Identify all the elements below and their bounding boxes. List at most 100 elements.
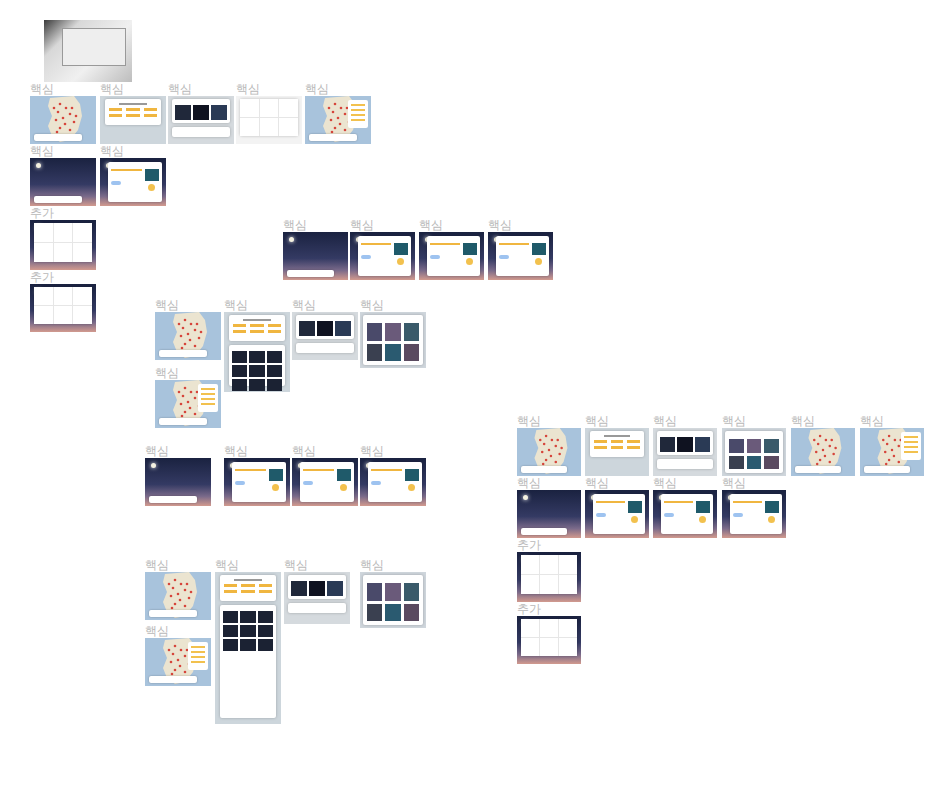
photo-tile[interactable] (327, 581, 343, 596)
photo-tile[interactable] (532, 243, 546, 255)
photo-tile[interactable] (394, 243, 408, 255)
screen-frame[interactable] (215, 572, 281, 724)
grid-cell[interactable] (521, 555, 539, 574)
side-item[interactable] (351, 104, 365, 106)
photo-tile[interactable] (367, 583, 382, 601)
screen-frame[interactable] (224, 458, 290, 506)
photo-tile[interactable] (258, 625, 273, 637)
photo-tile[interactable] (677, 437, 692, 452)
toggle[interactable] (499, 255, 509, 259)
screen-frame[interactable] (585, 490, 649, 538)
chip[interactable] (233, 330, 246, 333)
photo-tile[interactable] (258, 611, 273, 623)
search-bar[interactable] (309, 134, 357, 141)
photo-tile[interactable] (267, 365, 282, 377)
toggle[interactable] (430, 255, 440, 259)
screen-frame[interactable] (168, 96, 234, 144)
photo-tile[interactable] (267, 351, 282, 363)
chip[interactable] (241, 584, 254, 587)
screen-frame[interactable] (585, 428, 649, 476)
grid-cell[interactable] (73, 287, 92, 305)
grid-cell[interactable] (279, 99, 298, 117)
side-item[interactable] (904, 451, 918, 453)
photo-tile[interactable] (747, 439, 762, 453)
search-bar[interactable] (34, 134, 82, 141)
search-bar[interactable] (287, 270, 334, 277)
screen-frame[interactable] (145, 572, 211, 620)
grid-cell[interactable] (559, 575, 577, 594)
screen-frame[interactable] (145, 458, 211, 506)
photo-tile[interactable] (258, 639, 273, 651)
grid-cell[interactable] (54, 223, 73, 242)
toggle[interactable] (733, 513, 743, 517)
screen-frame[interactable] (305, 96, 371, 144)
side-item[interactable] (191, 651, 205, 653)
grid-cell[interactable] (521, 619, 539, 637)
grid-cell[interactable] (54, 243, 73, 262)
chip[interactable] (109, 114, 122, 117)
grid-cell[interactable] (73, 306, 92, 324)
chip[interactable] (627, 446, 640, 449)
photo-tile[interactable] (145, 169, 159, 181)
search-bar[interactable] (795, 466, 841, 473)
photo-tile[interactable] (240, 639, 255, 651)
search-bar[interactable] (149, 676, 197, 683)
chip[interactable] (250, 330, 263, 333)
photo-tile[interactable] (249, 365, 264, 377)
photo-tile[interactable] (729, 456, 744, 470)
grid-cell[interactable] (559, 638, 577, 656)
search-bar[interactable] (159, 418, 207, 425)
screen-frame[interactable] (236, 96, 302, 144)
grid-cell[interactable] (559, 619, 577, 637)
photo-tile[interactable] (405, 469, 419, 481)
grid-cell[interactable] (521, 575, 539, 594)
photo-tile[interactable] (249, 351, 264, 363)
side-item[interactable] (201, 388, 215, 390)
side-item[interactable] (201, 403, 215, 405)
screen-frame[interactable] (284, 572, 350, 624)
screen-frame[interactable] (350, 232, 415, 280)
screen-frame[interactable] (30, 220, 96, 270)
side-item[interactable] (191, 661, 205, 663)
photo-tile[interactable] (223, 625, 238, 637)
photo-tile[interactable] (385, 583, 400, 601)
screen-frame[interactable] (100, 158, 166, 206)
photo-tile[interactable] (628, 501, 642, 513)
screen-frame[interactable] (860, 428, 924, 476)
toggle[interactable] (235, 481, 245, 485)
photo-tile[interactable] (463, 243, 477, 255)
photo-tile[interactable] (367, 323, 382, 341)
photo-tile[interactable] (404, 323, 419, 341)
search-bar[interactable] (159, 350, 207, 357)
grid-cell[interactable] (240, 118, 259, 136)
photo-tile[interactable] (404, 344, 419, 362)
grid-cell[interactable] (54, 306, 73, 324)
screen-frame[interactable] (100, 96, 166, 144)
chip[interactable] (259, 584, 272, 587)
chip[interactable] (144, 114, 157, 117)
photo-tile[interactable] (240, 611, 255, 623)
grid-cell[interactable] (559, 555, 577, 574)
side-item[interactable] (351, 114, 365, 116)
photo-tile[interactable] (269, 469, 283, 481)
photo-tile[interactable] (223, 611, 238, 623)
screen-frame[interactable] (653, 428, 717, 476)
photo-tile[interactable] (385, 604, 400, 622)
grid-cell[interactable] (260, 118, 279, 136)
screen-frame[interactable] (517, 616, 581, 664)
side-item[interactable] (904, 441, 918, 443)
screen-frame[interactable] (791, 428, 855, 476)
search-bar[interactable] (864, 466, 910, 473)
grid-cell[interactable] (34, 306, 53, 324)
screen-frame[interactable] (30, 284, 96, 332)
chip[interactable] (144, 108, 157, 111)
grid-cell[interactable] (54, 287, 73, 305)
grid-cell[interactable] (34, 287, 53, 305)
photo-tile[interactable] (240, 625, 255, 637)
screen-frame[interactable] (488, 232, 553, 280)
grid-cell[interactable] (540, 575, 558, 594)
photo-tile[interactable] (385, 323, 400, 341)
grid-cell[interactable] (540, 638, 558, 656)
chip[interactable] (627, 440, 640, 443)
screen-frame[interactable] (283, 232, 348, 280)
